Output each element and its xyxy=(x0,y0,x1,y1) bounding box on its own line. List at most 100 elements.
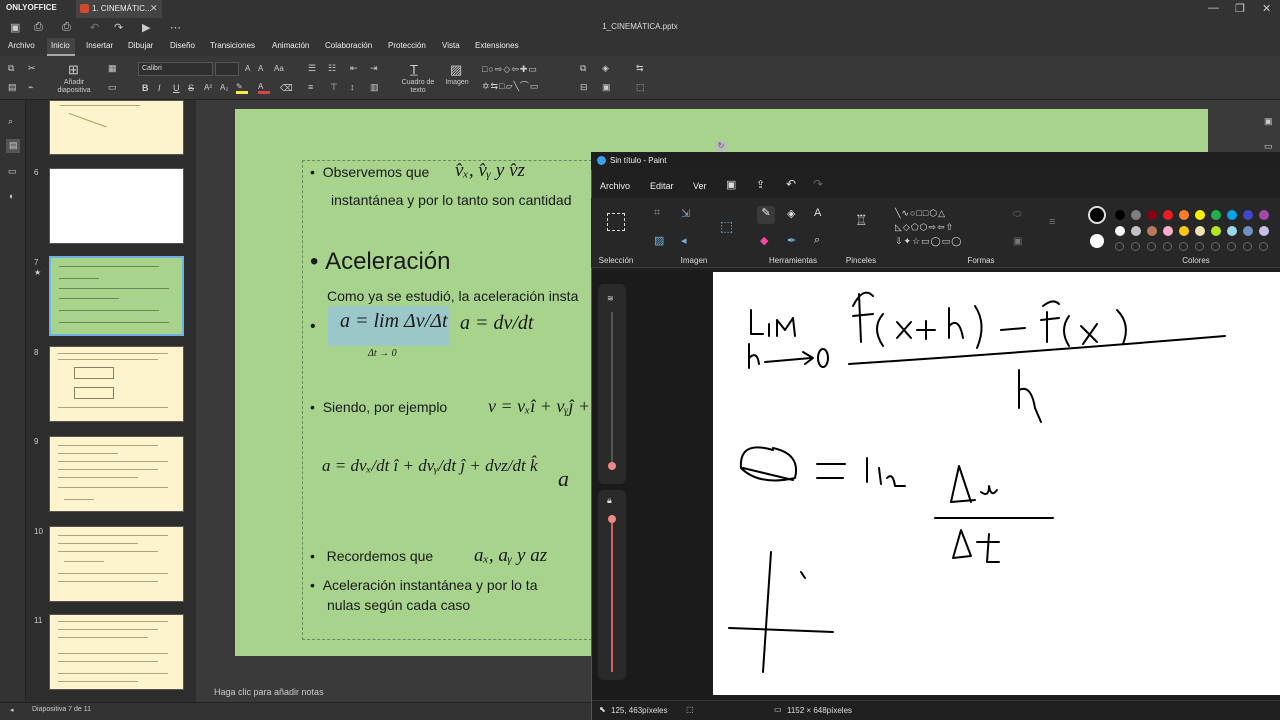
slide-thumbnail-10[interactable] xyxy=(49,526,184,602)
image-select-icon[interactable]: ⬚ xyxy=(720,218,733,235)
slides-icon[interactable]: ▤ xyxy=(9,140,18,151)
slide-thumbnail-11[interactable] xyxy=(49,614,184,690)
audio-icon[interactable]: ◖ xyxy=(8,191,13,201)
empty-color-swatch[interactable] xyxy=(1243,242,1252,251)
rotate-icon[interactable]: ◂ xyxy=(681,234,687,247)
magnifier-icon[interactable]: ⌕ xyxy=(814,234,820,247)
pencil-tool-icon[interactable]: ✎ xyxy=(757,206,775,224)
paint-redo-icon[interactable]: ↷ xyxy=(813,177,823,191)
empty-color-swatch[interactable] xyxy=(1259,242,1268,251)
tab-animacion[interactable]: Animación xyxy=(272,41,309,50)
color-swatch[interactable] xyxy=(1195,210,1205,220)
paint-menu-editar[interactable]: Editar xyxy=(650,181,674,191)
columns-icon[interactable]: ▥ xyxy=(370,82,379,93)
opacity-slider-track[interactable] xyxy=(611,516,613,672)
decrease-font-icon[interactable]: A xyxy=(258,64,263,73)
paint-menu-ver[interactable]: Ver xyxy=(693,181,707,191)
color-swatch[interactable] xyxy=(1227,226,1237,236)
rotate-handle-icon[interactable]: ↻ xyxy=(715,140,727,152)
brushes-icon[interactable]: ♖ xyxy=(855,212,868,229)
slide-thumbnail-8[interactable] xyxy=(49,346,184,422)
shapes-palette[interactable]: ╲∿○□□⬡△ ◺◇⬠⬡⇨⇦⇧ ⇩✦☆▭◯▭◯ xyxy=(895,206,995,248)
paint-share-icon[interactable]: ⇪ xyxy=(756,178,765,191)
add-slide-button[interactable]: Añadir diapositiva xyxy=(55,79,93,95)
arrange-icon[interactable]: ⧉ xyxy=(580,63,586,74)
paint-undo-icon[interactable]: ↶ xyxy=(786,177,796,191)
tab-vista[interactable]: Vista xyxy=(442,41,460,50)
empty-color-swatch[interactable] xyxy=(1163,242,1172,251)
color-swatch[interactable] xyxy=(1179,210,1189,220)
color-swatch[interactable] xyxy=(1115,210,1125,220)
empty-color-swatch[interactable] xyxy=(1211,242,1220,251)
color-swatch[interactable] xyxy=(1259,210,1269,220)
cut-icon[interactable]: ✂ xyxy=(28,63,36,74)
paint-save-icon[interactable]: ▣ xyxy=(726,178,736,191)
color-swatch[interactable] xyxy=(1179,226,1189,236)
font-color-icon[interactable]: A xyxy=(258,82,270,94)
group-icon[interactable]: ▣ xyxy=(602,82,611,93)
italic-icon[interactable]: I xyxy=(158,83,161,93)
color-swatch[interactable] xyxy=(1131,226,1141,236)
eraser-icon[interactable]: ◆ xyxy=(760,234,768,247)
zoom-slider-track[interactable] xyxy=(611,312,613,462)
color-palette[interactable] xyxy=(1115,206,1275,251)
primary-color-swatch[interactable] xyxy=(1088,206,1106,224)
shapes-gallery-row2[interactable]: ✡⇆□▱╲⌒▭ xyxy=(482,79,539,92)
fill-icon[interactable]: ◈ xyxy=(602,63,609,74)
drawing-canvas[interactable] xyxy=(713,272,1280,695)
tab-inicio[interactable]: Inicio xyxy=(51,41,70,50)
empty-color-swatch[interactable] xyxy=(1147,242,1156,251)
lock-icon[interactable]: 🔒︎ xyxy=(607,495,612,506)
color-swatch[interactable] xyxy=(1131,210,1141,220)
subscript-icon[interactable]: A₂ xyxy=(220,83,228,92)
line-spacing-icon[interactable]: ↕ xyxy=(350,82,355,92)
increase-indent-icon[interactable]: ⇥ xyxy=(370,63,378,74)
strikethrough-icon[interactable]: S xyxy=(188,83,194,93)
tab-archivo[interactable]: Archivo xyxy=(8,41,35,50)
shapes-gallery[interactable]: □○⇨◇⇦✚▭ xyxy=(482,64,538,75)
format-painter-icon[interactable]: ⌁ xyxy=(28,82,33,93)
underline-icon[interactable]: U xyxy=(173,83,180,93)
empty-color-swatch[interactable] xyxy=(1179,242,1188,251)
empty-color-swatch[interactable] xyxy=(1131,242,1140,251)
color-swatch[interactable] xyxy=(1243,210,1253,220)
tab-insertar[interactable]: Insertar xyxy=(86,41,113,50)
tab-colaboracion[interactable]: Colaboración xyxy=(325,41,372,50)
image-button[interactable]: Imagen xyxy=(442,79,472,86)
select-all-icon[interactable]: ⬚ xyxy=(636,82,645,93)
restore-icon[interactable]: ❐ xyxy=(1235,2,1245,15)
color-swatch[interactable] xyxy=(1163,210,1173,220)
font-name-select[interactable]: Calibri xyxy=(138,62,213,76)
fill-bucket-icon[interactable]: ◈ xyxy=(787,207,795,220)
color-swatch[interactable] xyxy=(1147,210,1157,220)
color-swatch[interactable] xyxy=(1243,226,1253,236)
color-swatch[interactable] xyxy=(1195,226,1205,236)
color-swatch[interactable] xyxy=(1211,226,1221,236)
tab-dibujar[interactable]: Dibujar xyxy=(128,41,153,50)
text-tool-icon[interactable]: A xyxy=(814,207,821,219)
size-icon[interactable]: ≡ xyxy=(1049,216,1055,228)
add-slide-icon[interactable]: ⊞ xyxy=(68,62,79,78)
layers-icon[interactable]: ≋ xyxy=(607,294,614,303)
color-swatch[interactable] xyxy=(1147,226,1157,236)
shape-fill-icon[interactable]: ▣ xyxy=(1013,236,1022,247)
slide-thumbnail-6[interactable] xyxy=(49,168,184,244)
highlight-color-icon[interactable]: ✎ xyxy=(236,82,248,94)
outline-icon[interactable]: ⬭ xyxy=(1013,209,1022,220)
superscript-icon[interactable]: A² xyxy=(204,83,212,92)
numbering-icon[interactable]: ☷ xyxy=(328,63,336,74)
paint-menu-archivo[interactable]: Archivo xyxy=(600,181,630,191)
color-swatch[interactable] xyxy=(1163,226,1173,236)
empty-color-swatch[interactable] xyxy=(1195,242,1204,251)
color-swatch[interactable] xyxy=(1259,226,1269,236)
slide-thumbnail-5[interactable] xyxy=(49,100,184,155)
change-case-icon[interactable]: Aa xyxy=(274,64,284,73)
slide-settings-icon[interactable]: ▣ xyxy=(1264,116,1273,127)
resize-icon[interactable]: ⇲ xyxy=(681,207,690,220)
color-swatch[interactable] xyxy=(1115,226,1125,236)
font-size-select[interactable] xyxy=(215,62,239,76)
empty-color-swatch[interactable] xyxy=(1115,242,1124,251)
selection-tool-icon[interactable] xyxy=(607,213,625,231)
color-swatch[interactable] xyxy=(1227,210,1237,220)
align-shape-icon[interactable]: ⊟ xyxy=(580,82,588,93)
